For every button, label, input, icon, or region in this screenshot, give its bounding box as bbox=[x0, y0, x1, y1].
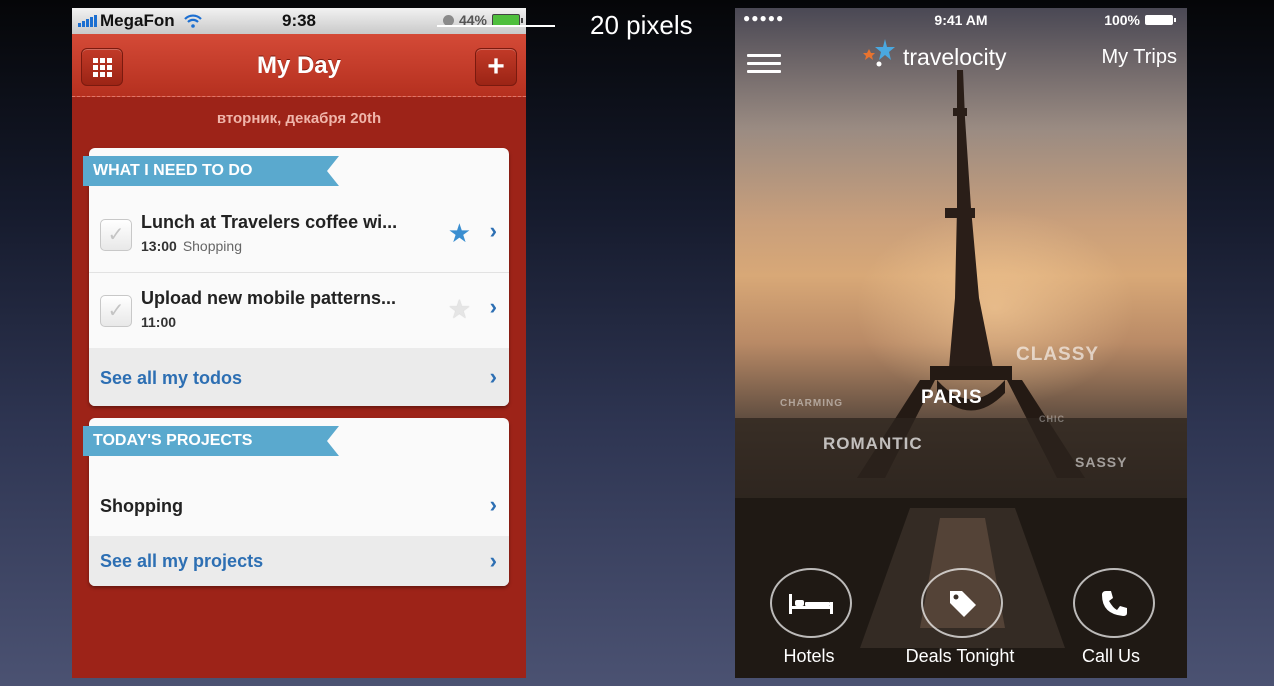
hotels-label: Hotels bbox=[783, 646, 835, 666]
annotation-line bbox=[437, 25, 555, 27]
status-bar: ●●●●● 9:41 AM 100% bbox=[735, 8, 1187, 30]
battery-group: 100% bbox=[1104, 12, 1176, 28]
chevron-right-icon: › bbox=[489, 548, 497, 573]
section-heading-todos: WHAT I NEED TO DO bbox=[83, 156, 339, 186]
nav-bar: My Day + bbox=[72, 34, 526, 97]
battery-icon bbox=[1145, 15, 1176, 25]
chevron-right-icon: › bbox=[489, 294, 497, 319]
section-heading-projects: TODAY'S PROJECTS bbox=[83, 426, 339, 456]
see-all-projects-label: See all my projects bbox=[100, 551, 264, 571]
checkbox[interactable]: ✓ bbox=[100, 219, 132, 251]
tag-icon bbox=[950, 591, 976, 617]
call-us-label: Call Us bbox=[1081, 646, 1140, 666]
todo-item[interactable]: ✓ Upload new mobile patterns... 11:00 ★ … bbox=[89, 272, 509, 349]
call-us-button[interactable] bbox=[1073, 568, 1155, 638]
todo-tag: Shopping bbox=[182, 238, 242, 254]
battery-percent: 100% bbox=[1104, 12, 1140, 28]
todo-title: Upload new mobile patterns... bbox=[141, 288, 397, 308]
todo-time: 13:00 bbox=[141, 238, 177, 254]
logo-text: travelocity bbox=[903, 44, 1007, 70]
page-title: My Day bbox=[256, 52, 342, 79]
todo-meta: 13:00 Shopping bbox=[141, 238, 242, 254]
add-button[interactable]: + bbox=[475, 48, 517, 86]
checkbox[interactable]: ✓ bbox=[100, 295, 132, 327]
tag-word-classy[interactable]: CLASSY bbox=[1016, 344, 1099, 366]
travelocity-logo: travelocity bbox=[863, 32, 1007, 71]
tag-word-charming[interactable]: CHARMING bbox=[780, 398, 843, 409]
my-trips-link[interactable]: My Trips bbox=[1101, 46, 1177, 69]
todo-title: Lunch at Travelers coffee wi... bbox=[141, 212, 398, 232]
todo-meta: 11:00 bbox=[141, 314, 182, 330]
chevron-right-icon: › bbox=[489, 364, 497, 389]
see-all-projects-link[interactable]: See all my projects › bbox=[89, 536, 509, 586]
chevron-right-icon: › bbox=[489, 492, 497, 517]
tag-word-sassy[interactable]: SASSY bbox=[1075, 454, 1127, 470]
tag-word-paris[interactable]: PARIS bbox=[921, 387, 983, 409]
logo-star-icon bbox=[863, 38, 895, 66]
project-item[interactable]: Shopping › bbox=[89, 476, 509, 537]
orientation-lock-icon bbox=[442, 14, 454, 26]
travelocity-app-screen: ●●●●● 9:41 AM 100% travelocity My Trips … bbox=[735, 8, 1187, 678]
see-all-todos-label: See all my todos bbox=[100, 368, 243, 388]
deals-tonight-button[interactable] bbox=[921, 568, 1003, 638]
todo-item[interactable]: ✓ Lunch at Travelers coffee wi... 13:00 S… bbox=[89, 196, 509, 273]
todos-card: WHAT I NEED TO DO ✓ Lunch at Travelers c… bbox=[89, 148, 509, 406]
status-bar: MegaFon 9:38 44% bbox=[72, 8, 526, 34]
hamburger-menu-icon[interactable] bbox=[747, 54, 781, 78]
tag-word-romantic[interactable]: ROMANTIC bbox=[823, 434, 923, 454]
chevron-right-icon: › bbox=[489, 218, 497, 243]
star-outline-icon[interactable]: ★ bbox=[448, 296, 471, 322]
bed-icon bbox=[789, 594, 833, 614]
annotation-label: 20 pixels bbox=[590, 10, 693, 40]
hotels-button[interactable] bbox=[770, 568, 852, 638]
date-label: вторник, декабря 20th bbox=[216, 110, 382, 127]
star-filled-icon[interactable]: ★ bbox=[448, 220, 471, 246]
phone-icon bbox=[1102, 591, 1127, 616]
projects-card: TODAY'S PROJECTS Shopping › See all my p… bbox=[89, 418, 509, 586]
tag-word-chic[interactable]: CHIC bbox=[1039, 414, 1065, 424]
see-all-todos-link[interactable]: See all my todos › bbox=[89, 348, 509, 406]
todo-time: 11:00 bbox=[141, 314, 177, 330]
my-day-app-screen: MegaFon 9:38 44% My Day + вторник, декаб… bbox=[72, 8, 526, 678]
deals-tonight-label: Deals Tonight bbox=[905, 646, 1015, 666]
project-title: Shopping bbox=[100, 496, 183, 516]
